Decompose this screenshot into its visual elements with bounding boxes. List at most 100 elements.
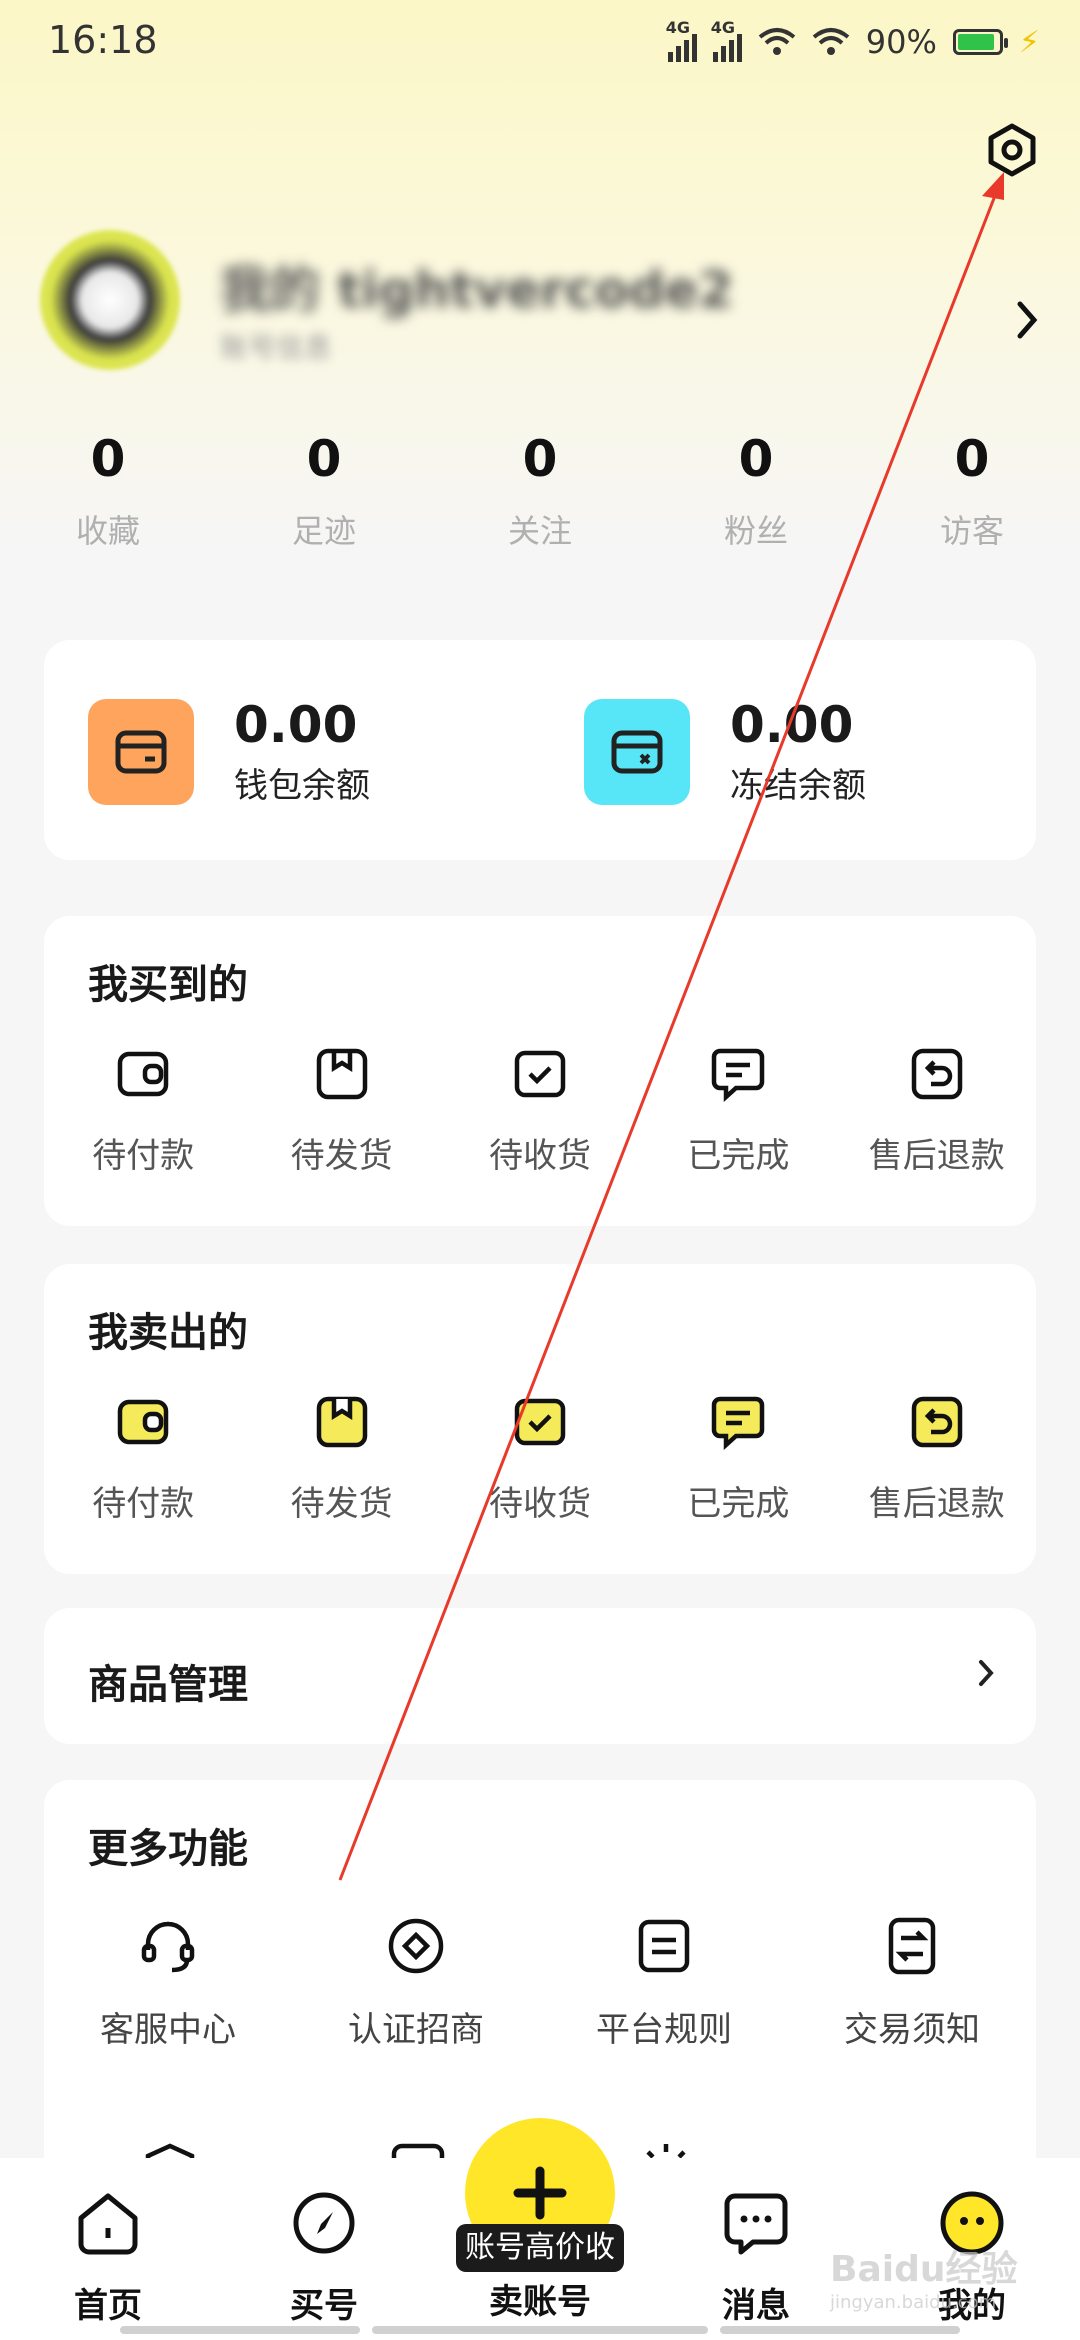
stat-label: 关注 — [507, 512, 572, 550]
chevron-right-icon — [979, 1660, 994, 1686]
item-label: 平台规则 — [596, 2010, 732, 2050]
message-icon — [724, 2193, 788, 2255]
baidu-watermark: Baidu经验 jingyan.baidu.com — [830, 2240, 1017, 2313]
stat-value: 0 — [306, 430, 342, 488]
stat-label: 粉丝 — [723, 512, 788, 550]
plus-icon — [513, 2166, 567, 2220]
status-time: 16:18 — [48, 18, 158, 62]
sold-pending-payment[interactable]: 待付款 — [44, 1394, 242, 1525]
stat-footprints[interactable]: 0 足迹 — [216, 430, 432, 552]
stats-row: 0 收藏 0 足迹 0 关注 0 粉丝 0 访客 — [0, 430, 1080, 552]
signal-icon: 4G — [666, 18, 697, 62]
item-label: 交易须知 — [844, 2010, 980, 2050]
compass-icon — [293, 2192, 355, 2254]
headset-icon — [141, 1921, 195, 1973]
item-label: 待发货 — [290, 1136, 393, 1176]
sold-after-sales[interactable]: 售后退款 — [838, 1394, 1036, 1525]
battery-icon — [952, 29, 1008, 55]
frozen-card-icon — [584, 698, 690, 805]
profile-header[interactable]: 我的 tightvercode2 账号信息 — [40, 230, 1040, 380]
tab-home[interactable]: 首页 — [0, 2158, 216, 2327]
item-label: 待发货 — [290, 1484, 393, 1524]
stat-value: 0 — [90, 430, 126, 488]
avatar[interactable] — [40, 230, 180, 370]
settings-gear-icon[interactable] — [984, 122, 1040, 178]
home-icon — [78, 2193, 138, 2255]
sold-section: 我卖出的 待付款 待发货 待收货 已完成 售后退款 — [44, 1264, 1036, 1574]
wallet-icon — [117, 1051, 169, 1097]
sold-pending-receipt[interactable]: 待收货 — [441, 1394, 639, 1525]
customer-service-item[interactable]: 客服中心 — [44, 1916, 292, 2051]
tab-label: 首页 — [74, 2286, 142, 2326]
trade-notice-item[interactable]: 交易须知 — [788, 1916, 1036, 2051]
certified-merchant-item[interactable]: 认证招商 — [292, 1916, 540, 2051]
tab-label: 买号 — [290, 2286, 358, 2326]
network-type-label: 4G — [665, 18, 691, 37]
wallet-balance-amount: 0.00 — [234, 696, 358, 754]
frozen-balance-label: 冻结余额 — [730, 766, 866, 806]
wifi-icon — [758, 28, 796, 55]
watermark-url: jingyan.baidu.com — [830, 2292, 997, 2313]
stat-favorites[interactable]: 0 收藏 — [0, 430, 216, 552]
sold-completed[interactable]: 已完成 — [639, 1394, 837, 1525]
wallet-card: 0.00 钱包余额 0.00 冻结余额 — [44, 640, 1036, 860]
stat-label: 足迹 — [291, 512, 356, 550]
item-label: 售后退款 — [868, 1136, 1005, 1176]
bought-pending-receipt[interactable]: 待收货 — [441, 1046, 639, 1177]
bought-completed[interactable]: 已完成 — [639, 1046, 837, 1177]
status-icons: 4G 4G 90% ⚡ — [666, 18, 1040, 62]
wallet-balance-label: 钱包余额 — [234, 766, 370, 806]
transfer-icon — [888, 1917, 936, 1975]
wallet-card-icon — [88, 698, 194, 805]
stat-visitors[interactable]: 0 访客 — [864, 430, 1080, 552]
chat-bubble-icon — [712, 1396, 765, 1451]
battery-percent: 90% — [865, 23, 937, 61]
wifi-icon — [812, 28, 850, 55]
network-type-label: 4G — [710, 18, 736, 37]
item-label: 已完成 — [687, 1484, 790, 1524]
return-icon — [911, 1048, 962, 1100]
item-label: 待收货 — [488, 1136, 591, 1176]
wallet-balance[interactable]: 0.00 钱包余额 — [88, 696, 370, 807]
gesture-bar — [720, 2326, 960, 2334]
fab-badge: 账号高价收 — [456, 2224, 624, 2272]
signal-icon: 4G — [711, 18, 742, 62]
bought-pending-payment[interactable]: 待付款 — [44, 1046, 242, 1177]
bought-pending-shipment[interactable]: 待发货 — [242, 1046, 440, 1177]
item-label: 认证招商 — [348, 2010, 484, 2050]
stat-value: 0 — [738, 430, 774, 488]
gesture-bar — [372, 2326, 708, 2334]
box-icon — [316, 1396, 367, 1448]
item-label: 待付款 — [92, 1136, 195, 1176]
chat-bubble-icon — [712, 1048, 765, 1103]
user-subtitle: 账号信息 — [220, 331, 333, 364]
diamond-circle-icon — [388, 1918, 444, 1974]
charging-icon: ⚡ — [1018, 24, 1040, 60]
platform-rules-item[interactable]: 平台规则 — [540, 1916, 788, 2051]
return-icon — [911, 1396, 962, 1448]
stat-following[interactable]: 0 关注 — [432, 430, 648, 552]
watermark-brand: Baidu经验 — [830, 2249, 1018, 2290]
bought-after-sales[interactable]: 售后退款 — [838, 1046, 1036, 1177]
goods-management-row[interactable]: 商品管理 — [44, 1608, 1036, 1744]
item-label: 待付款 — [92, 1484, 195, 1524]
stat-label: 收藏 — [75, 512, 140, 550]
document-icon — [638, 1919, 690, 1973]
wallet-icon — [117, 1399, 169, 1445]
item-label: 已完成 — [687, 1136, 790, 1176]
tab-label: 卖账号 — [489, 2282, 591, 2322]
item-label: 客服中心 — [100, 2010, 236, 2050]
frozen-balance[interactable]: 0.00 冻结余额 — [584, 696, 866, 807]
stat-fans[interactable]: 0 粉丝 — [648, 430, 864, 552]
stat-value: 0 — [954, 430, 990, 488]
section-title: 我卖出的 — [88, 1310, 248, 1356]
chevron-right-icon[interactable] — [1016, 300, 1040, 340]
tab-buy[interactable]: 买号 — [216, 2158, 432, 2327]
username: 我的 tightvercode2 — [220, 261, 734, 319]
gesture-bar — [120, 2326, 360, 2334]
section-title: 商品管理 — [88, 1662, 248, 1708]
status-bar: 16:18 4G 4G 90% ⚡ — [0, 0, 1080, 84]
sold-pending-shipment[interactable]: 待发货 — [242, 1394, 440, 1525]
item-label: 售后退款 — [868, 1484, 1005, 1524]
frozen-balance-amount: 0.00 — [730, 696, 854, 754]
